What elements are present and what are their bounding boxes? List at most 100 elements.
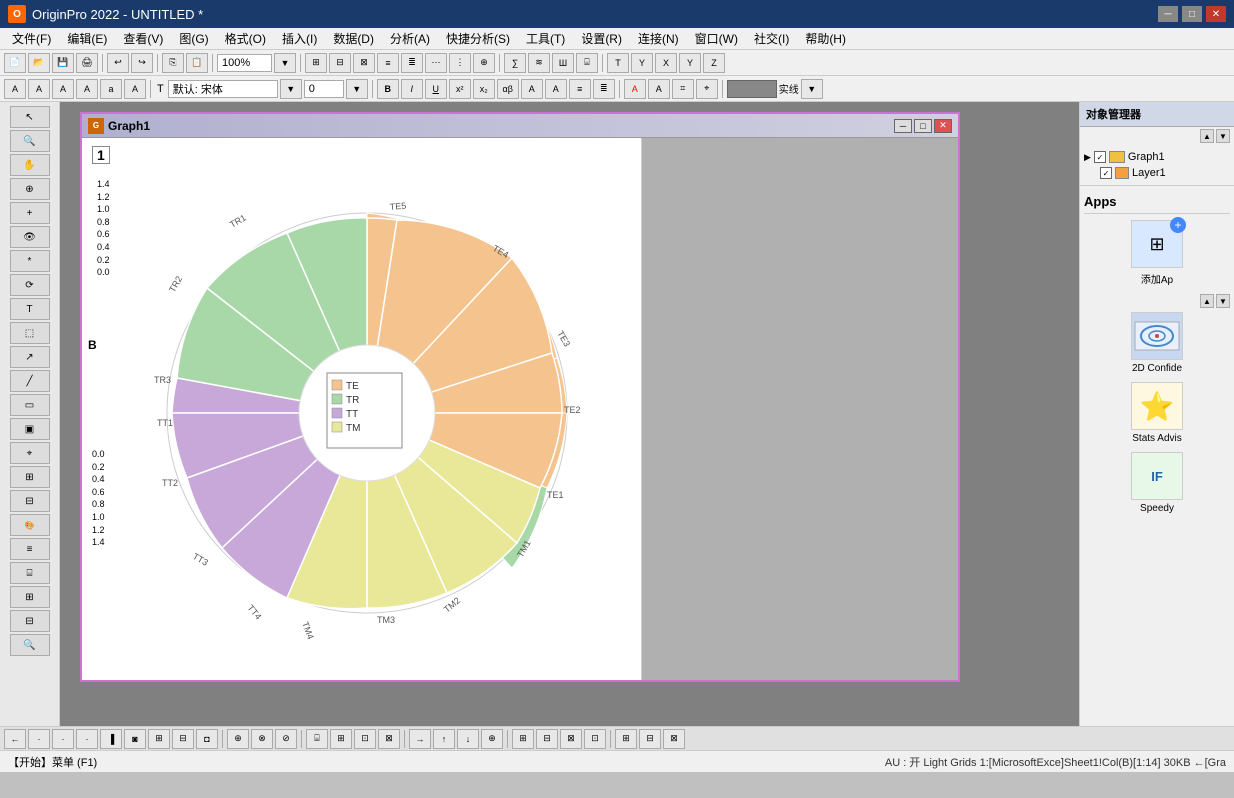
alpha-btn[interactable]: αβ — [497, 79, 519, 99]
tb-btn-l[interactable]: ⌸ — [576, 53, 598, 73]
apps-scroll-down[interactable]: ▼ — [1216, 294, 1230, 308]
bt-u1[interactable]: ⌸ — [306, 729, 328, 749]
tb-btn-d[interactable]: ≡ — [377, 53, 399, 73]
italic-btn[interactable]: I — [401, 79, 423, 99]
font-color[interactable]: A — [624, 79, 646, 99]
font-tb-1[interactable]: A — [4, 79, 26, 99]
font-name-dropdown[interactable]: ▼ — [280, 79, 302, 99]
tb-btn-i[interactable]: ∑ — [504, 53, 526, 73]
tb-btn-p[interactable]: Y — [679, 53, 701, 73]
menu-quick-analysis[interactable]: 快捷分析(S) — [438, 28, 518, 49]
minimize-button[interactable]: ─ — [1158, 6, 1178, 22]
tb-btn-k[interactable]: Ш — [552, 53, 574, 73]
menu-tools[interactable]: 工具(T) — [518, 28, 573, 49]
bt-u2[interactable]: ⊞ — [330, 729, 352, 749]
bt-chart1[interactable]: ▐ — [100, 729, 122, 749]
tb-btn-h[interactable]: ⊕ — [473, 53, 495, 73]
underline-btn[interactable]: U — [425, 79, 447, 99]
font-name-input[interactable] — [168, 80, 278, 98]
align-mid[interactable]: ≣ — [593, 79, 615, 99]
font-tb-5[interactable]: a — [100, 79, 122, 99]
lt-misc2[interactable]: ⊞ — [10, 586, 50, 608]
menu-file[interactable]: 文件(F) — [4, 28, 59, 49]
line-dropdown[interactable]: ▼ — [801, 79, 823, 99]
lt-pan[interactable]: ✋ — [10, 154, 50, 176]
menu-graph[interactable]: 图(G) — [171, 28, 216, 49]
tree-checkbox-graph1[interactable]: ✓ — [1094, 151, 1106, 163]
lt-draw[interactable]: ⬚ — [10, 322, 50, 344]
menu-format[interactable]: 格式(O) — [217, 28, 274, 49]
lt-text[interactable]: T — [10, 298, 50, 320]
lt-line[interactable]: ╱ — [10, 370, 50, 392]
menu-edit[interactable]: 编辑(E) — [59, 28, 115, 49]
bt-u3[interactable]: ⊡ — [354, 729, 376, 749]
bt-dot1[interactable]: · — [28, 729, 50, 749]
font-tb-6[interactable]: A — [124, 79, 146, 99]
align-left[interactable]: ≡ — [569, 79, 591, 99]
tb-btn-g[interactable]: ⋮ — [449, 53, 471, 73]
bt-t1[interactable]: ⊕ — [227, 729, 249, 749]
app-speedy-icon[interactable]: IF — [1131, 452, 1183, 500]
redo-btn[interactable]: ↪ — [131, 53, 153, 73]
lt-fill[interactable]: ▣ — [10, 418, 50, 440]
tb-btn-n[interactable]: Y — [631, 53, 653, 73]
tb-btn-j[interactable]: ≋ — [528, 53, 550, 73]
lt-crosshair[interactable]: ⊕ — [10, 178, 50, 200]
tree-checkbox-layer1[interactable]: ✓ — [1100, 167, 1112, 179]
tb-btn-e[interactable]: ≣ — [401, 53, 423, 73]
font-tb-3[interactable]: A — [52, 79, 74, 99]
lt-tool1[interactable]: ⌖ — [10, 442, 50, 464]
lt-tool3[interactable]: ⊟ — [10, 490, 50, 512]
lt-add[interactable]: + — [10, 202, 50, 224]
add-apps-icon[interactable]: ⊞ + — [1131, 220, 1183, 268]
bt-x1[interactable]: ⊞ — [615, 729, 637, 749]
lt-arrow[interactable]: ↗ — [10, 346, 50, 368]
bt-chart5[interactable]: ◘ — [196, 729, 218, 749]
menu-social[interactable]: 社交(I) — [746, 28, 797, 49]
graph-close[interactable]: ✕ — [934, 119, 952, 133]
open-btn[interactable]: 📂 — [28, 53, 50, 73]
maximize-button[interactable]: □ — [1182, 6, 1202, 22]
font-btn2[interactable]: ⌖ — [696, 79, 718, 99]
zoom-dropdown[interactable]: ▼ — [274, 53, 296, 73]
lt-region[interactable]: ▭ — [10, 394, 50, 416]
subscript-btn[interactable]: x₂ — [473, 79, 495, 99]
zoom-input[interactable] — [217, 54, 272, 72]
bold-btn[interactable]: B — [377, 79, 399, 99]
bt-t3[interactable]: ⊘ — [275, 729, 297, 749]
app-2d-confide-icon[interactable] — [1131, 312, 1183, 360]
lt-rotate[interactable]: ⟳ — [10, 274, 50, 296]
menu-window[interactable]: 窗口(W) — [687, 28, 746, 49]
new-btn[interactable]: 📄 — [4, 53, 26, 73]
lt-eye[interactable]: 👁 — [10, 226, 50, 248]
lt-tool2[interactable]: ⊞ — [10, 466, 50, 488]
bt-v3[interactable]: ↓ — [457, 729, 479, 749]
tb-btn-q[interactable]: Z — [703, 53, 725, 73]
menu-insert[interactable]: 插入(I) — [274, 28, 325, 49]
bt-chart2[interactable]: ◙ — [124, 729, 146, 749]
lt-zoom[interactable]: 🔍 — [10, 130, 50, 152]
font-btn1[interactable]: ⌗ — [672, 79, 694, 99]
menu-data[interactable]: 数据(D) — [325, 28, 382, 49]
tb-btn-a[interactable]: ⊞ — [305, 53, 327, 73]
fontA2[interactable]: A — [545, 79, 567, 99]
font-tb-4[interactable]: A — [76, 79, 98, 99]
graph-minimize[interactable]: ─ — [894, 119, 912, 133]
bt-line[interactable]: · — [76, 729, 98, 749]
menu-connect[interactable]: 连接(N) — [630, 28, 687, 49]
bt-v4[interactable]: ⊕ — [481, 729, 503, 749]
lt-label[interactable]: * — [10, 250, 50, 272]
tb-btn-o[interactable]: X — [655, 53, 677, 73]
lt-palette[interactable]: ≡ — [10, 538, 50, 560]
lt-misc1[interactable]: ⌸ — [10, 562, 50, 584]
menu-view[interactable]: 查看(V) — [115, 28, 171, 49]
bt-w3[interactable]: ⊠ — [560, 729, 582, 749]
tb-btn-c[interactable]: ⊠ — [353, 53, 375, 73]
obj-scroll-down[interactable]: ▼ — [1216, 129, 1230, 143]
bt-w4[interactable]: ⊡ — [584, 729, 606, 749]
obj-scroll-up[interactable]: ▲ — [1200, 129, 1214, 143]
app-stats-icon[interactable]: ⭐ — [1131, 382, 1183, 430]
menu-help[interactable]: 帮助(H) — [797, 28, 854, 49]
bt-t2[interactable]: ⊗ — [251, 729, 273, 749]
graph-maximize[interactable]: □ — [914, 119, 932, 133]
